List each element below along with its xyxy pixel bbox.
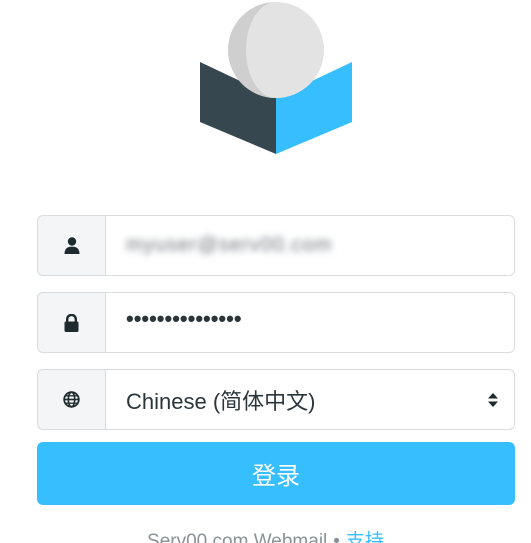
- password-value: •••••••••••••••: [126, 305, 242, 331]
- password-row: •••••••••••••••: [37, 292, 515, 353]
- lock-icon: [37, 292, 105, 353]
- username-value: myuser@serv00.com: [126, 234, 333, 256]
- login-button[interactable]: 登录: [37, 442, 515, 505]
- login-form: myuser@serv00.com ••••••••••••••• Chines…: [37, 215, 515, 505]
- user-icon: [37, 215, 105, 276]
- footer-brand: Serv00.com Webmail: [147, 531, 328, 543]
- language-selected: Chinese (简体中文): [126, 388, 316, 414]
- support-link[interactable]: 支持: [346, 531, 384, 543]
- footer: Serv00.com Webmail • 支持: [0, 526, 531, 543]
- login-page: myuser@serv00.com ••••••••••••••• Chines…: [0, 0, 531, 543]
- globe-icon: [37, 369, 105, 430]
- select-arrows-icon: [488, 392, 498, 407]
- username-row: myuser@serv00.com: [37, 215, 515, 276]
- language-select[interactable]: Chinese (简体中文): [105, 369, 515, 430]
- username-input[interactable]: myuser@serv00.com: [105, 215, 515, 276]
- footer-separator: •: [333, 531, 340, 543]
- language-row: Chinese (简体中文): [37, 369, 515, 430]
- password-input[interactable]: •••••••••••••••: [105, 292, 515, 353]
- roundcube-logo: [200, 2, 352, 154]
